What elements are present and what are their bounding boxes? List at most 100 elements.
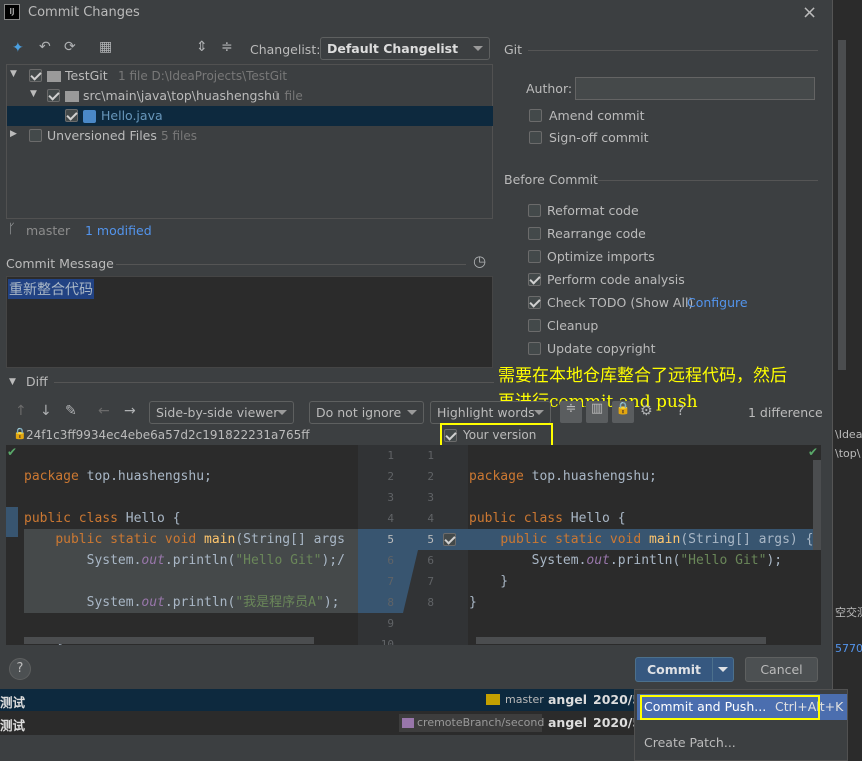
line-number: 4 [427, 512, 434, 525]
arrow-left-icon[interactable]: ← [98, 404, 110, 418]
ignore-dropdown[interactable]: Do not ignore [309, 401, 424, 424]
help-icon[interactable]: ? [677, 404, 684, 418]
chevron-right-icon[interactable]: ▶ [10, 129, 17, 139]
cancel-label: Cancel [760, 662, 803, 677]
commit-message-text: 重新整合代码 [8, 279, 94, 299]
changelist-dropdown[interactable]: Default Changelist [320, 37, 490, 60]
commit-message-field[interactable]: 重新整合代码 [6, 276, 493, 368]
todo-checkbox[interactable] [528, 296, 541, 309]
window-title: Commit Changes [28, 5, 140, 20]
amend-label[interactable]: Amend commit [549, 108, 645, 123]
commit-button[interactable]: Commit [635, 657, 713, 682]
collapse-icon[interactable]: ≑ [560, 401, 582, 423]
title-bar: IJ Commit Changes × [0, 0, 832, 26]
close-icon[interactable]: × [802, 2, 817, 23]
author-field[interactable] [575, 77, 815, 100]
horizontal-scrollbar[interactable] [24, 637, 314, 644]
difference-count: 1 difference [748, 405, 823, 420]
chevron-down-icon[interactable]: ▼ [9, 377, 16, 387]
edit-icon[interactable]: ✎ [65, 404, 77, 418]
menu-item-create-patch[interactable]: Create Patch... [644, 735, 736, 750]
code-line: package top.huashengshu; [469, 469, 657, 484]
folder-icon [47, 71, 61, 82]
horizontal-scrollbar[interactable] [476, 637, 766, 644]
bg-text: \Idea [835, 428, 862, 441]
tree-file-name[interactable]: Hello.java [101, 108, 163, 123]
line-number: 7 [427, 575, 434, 588]
lock-icon[interactable]: 🔒 [612, 401, 634, 423]
gear-icon[interactable]: ⚙ [640, 404, 653, 418]
expand-all-icon[interactable]: ⇕ [196, 40, 208, 54]
chevron-down-icon[interactable]: ▼ [30, 89, 37, 99]
commit-hash: 24f1c3ff9934ec4ebe6a57d2c191822231a765ff [26, 428, 310, 442]
change-checkbox[interactable] [443, 533, 456, 546]
cancel-button[interactable]: Cancel [745, 657, 818, 682]
tree-folder-name[interactable]: src\main\java\top\huashengshu [83, 88, 280, 103]
rearrange-label[interactable]: Rearrange code [547, 226, 646, 241]
diff-area: ✔ package top.huashengshu; public class … [6, 445, 821, 645]
bg-log-text: 测试 [0, 718, 26, 733]
bg-text: \top\ [835, 447, 861, 460]
sync-icon[interactable]: ⟳ [64, 40, 76, 54]
highlight-dropdown[interactable]: Highlight words [430, 401, 551, 424]
configure-link[interactable]: Configure [687, 295, 748, 310]
commit-dropdown-button[interactable] [712, 657, 734, 682]
scrollbar[interactable] [838, 40, 846, 370]
cleanup-label[interactable]: Cleanup [547, 318, 598, 333]
collapse-all-icon[interactable]: ≑ [221, 40, 233, 54]
undo-icon[interactable]: ↶ [39, 40, 51, 54]
optimize-checkbox[interactable] [528, 250, 541, 263]
bg-text: 57704 [835, 642, 862, 655]
reformat-label[interactable]: Reformat code [547, 203, 639, 218]
file-checkbox[interactable] [65, 109, 78, 122]
signoff-checkbox[interactable] [529, 131, 542, 144]
arrow-down-icon[interactable]: ↓ [40, 404, 52, 418]
divider [598, 180, 818, 181]
chevron-down-icon [718, 667, 728, 677]
viewer-dropdown[interactable]: Side-by-side viewer [149, 401, 294, 424]
arrow-up-icon[interactable]: ↑ [15, 404, 27, 418]
highlight-value: Highlight words [437, 405, 535, 420]
copyright-checkbox[interactable] [528, 342, 541, 355]
background-ide-bottom [0, 735, 634, 761]
line-number: 7 [387, 575, 394, 588]
group-icon[interactable]: ▦ [99, 40, 112, 54]
modified-count[interactable]: 1 modified [85, 223, 152, 238]
bg-text: 空交测 [835, 606, 862, 619]
background-ide-right: \Idea \top\ 空交测 57704 has [832, 0, 862, 727]
changelist-value: Default Changelist [327, 41, 459, 56]
analysis-checkbox[interactable] [528, 273, 541, 286]
tag-icon [402, 718, 414, 728]
rearrange-checkbox[interactable] [528, 227, 541, 240]
root-checkbox[interactable] [29, 69, 42, 82]
columns-icon[interactable]: ▥ [586, 401, 608, 423]
analysis-label[interactable]: Perform code analysis [547, 272, 685, 287]
folder-checkbox[interactable] [47, 89, 60, 102]
signoff-label[interactable]: Sign-off commit [549, 130, 649, 145]
tree-unversioned-name[interactable]: Unversioned Files [47, 128, 157, 143]
help-button[interactable]: ? [9, 658, 31, 680]
branch-icon: ᚴ [8, 222, 16, 237]
chevron-down-icon[interactable]: ▼ [10, 69, 17, 79]
unversioned-checkbox[interactable] [29, 129, 42, 142]
cleanup-checkbox[interactable] [528, 319, 541, 332]
amend-checkbox[interactable] [529, 109, 542, 122]
tree-root-meta: 1 file D:\IdeaProjects\TestGit [118, 69, 288, 83]
author-label: Author: [526, 81, 573, 96]
copyright-label[interactable]: Update copyright [547, 341, 655, 356]
todo-label[interactable]: Check TODO (Show All) [547, 295, 693, 310]
optimize-label[interactable]: Optimize imports [547, 249, 655, 264]
history-icon[interactable]: ◷ [473, 254, 486, 269]
reformat-checkbox[interactable] [528, 204, 541, 217]
annotation-line-1: 需要在本地仓库整合了远程代码，然后 [498, 366, 787, 386]
commit-popup-menu: Commit and Push... Ctrl+Alt+K Create Pat… [634, 689, 848, 761]
right-code: package top.huashengshu; public class He… [469, 445, 819, 613]
tree-root-name[interactable]: TestGit [65, 68, 108, 83]
refresh-icon[interactable]: ✦ [12, 41, 24, 55]
code-line: } [469, 574, 509, 589]
selected-row[interactable] [7, 106, 493, 126]
arrow-right-icon[interactable]: → [124, 404, 136, 418]
folder-icon [65, 91, 79, 102]
